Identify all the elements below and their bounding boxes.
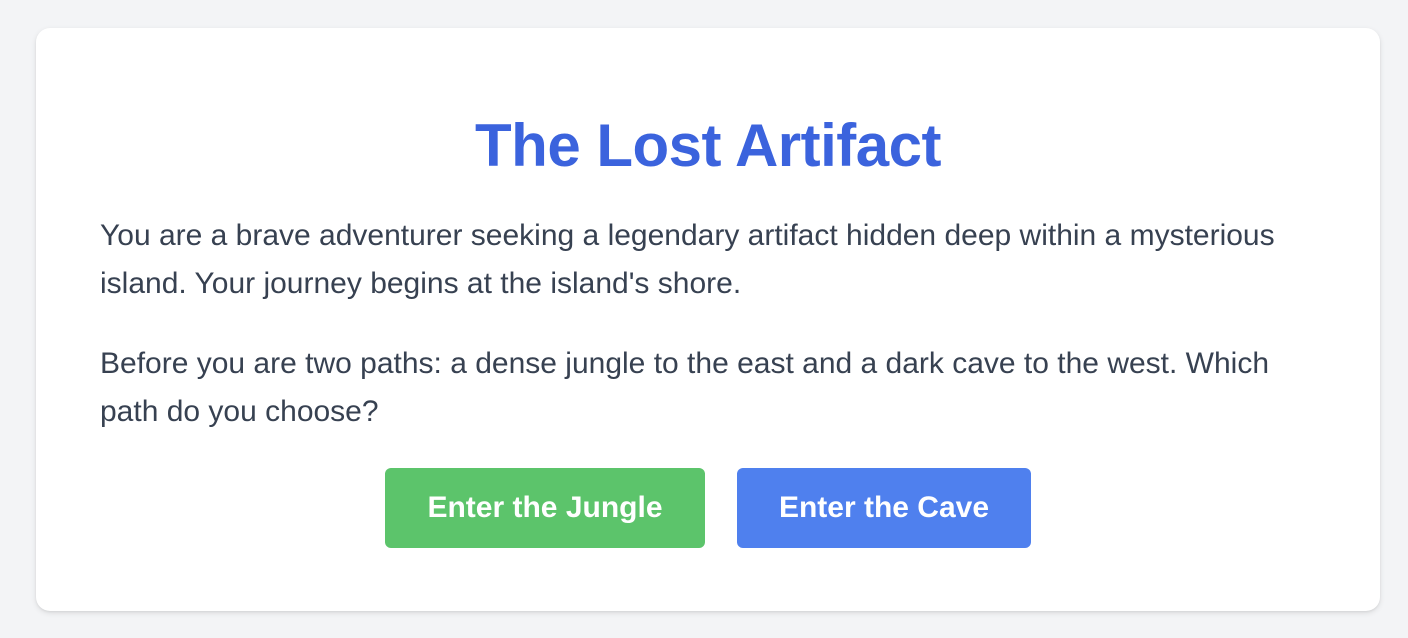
enter-jungle-button[interactable]: Enter the Jungle [385,468,705,548]
game-title: The Lost Artifact [475,112,941,179]
story-paragraph-choice: Before you are two paths: a dense jungle… [100,347,1270,428]
story-paragraph-intro: You are a brave adventurer seeking a leg… [100,219,1275,300]
enter-cave-button[interactable]: Enter the Cave [737,468,1031,548]
story-card: The Lost Artifact You are a brave advent… [36,28,1380,611]
